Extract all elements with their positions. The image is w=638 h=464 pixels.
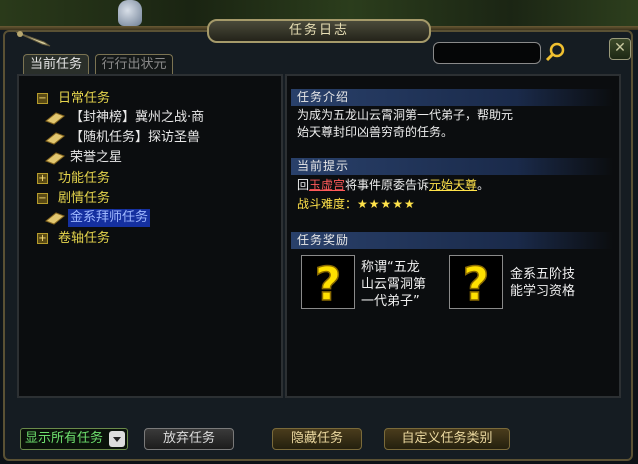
- reward-skill-text: 金系五阶技 能学习资格: [510, 266, 575, 300]
- quest-item[interactable]: 【封神榜】冀州之战·商: [70, 109, 204, 127]
- location-link[interactable]: 玉虚宫: [309, 178, 345, 192]
- filter-value: 显示所有任务: [25, 431, 104, 446]
- reward-line: 金系五阶技: [510, 267, 576, 282]
- custom-category-button[interactable]: 自定义任务类别: [384, 428, 510, 450]
- intro-text: 始天尊封印凶兽穷奇的任务。: [297, 125, 454, 139]
- quest-item[interactable]: 【随机任务】探访圣兽: [70, 129, 200, 147]
- quest-log-window: 任务日志 ✕ 当前任务 行行出状元 − 日常任务 【封神榜】冀州之战·商 【随机…: [0, 0, 638, 464]
- hide-quest-button[interactable]: 隐藏任务: [272, 428, 362, 450]
- scroll-icon: [45, 112, 65, 125]
- question-mark-icon: ?: [314, 256, 342, 312]
- reward-line: 山云霄洞第: [361, 277, 427, 292]
- intro-text: 为成为五龙山云霄洞第一代弟子，帮助元: [297, 108, 514, 122]
- quest-item[interactable]: 荣誉之星: [70, 149, 122, 167]
- reward-slot[interactable]: ?: [301, 255, 355, 312]
- svg-text:?: ?: [315, 257, 342, 308]
- reward-header: 任务奖励: [291, 232, 613, 249]
- collapse-icon[interactable]: −: [37, 93, 48, 104]
- quest-filter-select[interactable]: 显示所有任务: [20, 428, 128, 450]
- reward-line: 称谓“五龙: [361, 260, 420, 275]
- intro-header: 任务介绍: [291, 89, 613, 106]
- category-story[interactable]: 剧情任务: [58, 190, 110, 208]
- reward-title-text: 称谓“五龙 山云霄洞第 一代弟子”: [361, 259, 426, 310]
- search-icon[interactable]: [545, 41, 567, 63]
- abandon-quest-button[interactable]: 放弃任务: [144, 428, 234, 450]
- npc-link[interactable]: 元始天尊: [429, 178, 477, 192]
- difficulty-label: 战斗难度：: [297, 197, 358, 211]
- svg-text:?: ?: [463, 257, 490, 308]
- category-function[interactable]: 功能任务: [58, 170, 110, 188]
- window-title: 任务日志: [207, 19, 431, 43]
- collapse-icon[interactable]: −: [37, 193, 48, 204]
- reward-slot[interactable]: ?: [449, 255, 503, 312]
- search-input[interactable]: [433, 42, 541, 64]
- vase-decoration: [118, 0, 142, 26]
- hint-suffix: 。: [477, 178, 490, 192]
- hint-middle: 将事件原委告诉: [345, 178, 430, 192]
- difficulty-stars: ★★★★★: [357, 197, 416, 211]
- reward-line: 能学习资格: [510, 284, 576, 299]
- quest-item-selected[interactable]: 金系拜师任务: [68, 209, 151, 227]
- category-daily[interactable]: 日常任务: [58, 90, 110, 108]
- expand-icon[interactable]: +: [37, 233, 48, 244]
- reward-line: 一代弟子”: [361, 294, 420, 309]
- category-scroll[interactable]: 卷轴任务: [58, 230, 110, 248]
- chevron-down-icon[interactable]: [109, 431, 125, 447]
- close-icon: ✕: [614, 40, 626, 56]
- ornament-icon: [15, 31, 51, 47]
- scroll-icon: [45, 132, 65, 145]
- hint-header: 当前提示: [291, 158, 613, 175]
- expand-icon[interactable]: +: [37, 173, 48, 184]
- tab-profession-quests[interactable]: 行行出状元: [95, 54, 173, 74]
- close-button[interactable]: ✕: [609, 38, 631, 60]
- question-mark-icon: ?: [462, 256, 490, 312]
- hint-prefix: 回: [297, 178, 310, 192]
- hint-text: 回玉虚宫将事件原委告诉元始天尊。: [297, 177, 489, 194]
- scroll-icon: [45, 212, 65, 225]
- difficulty-row: 战斗难度：★★★★★: [297, 196, 416, 213]
- scroll-icon: [45, 152, 65, 165]
- tab-current-quests[interactable]: 当前任务: [23, 54, 89, 74]
